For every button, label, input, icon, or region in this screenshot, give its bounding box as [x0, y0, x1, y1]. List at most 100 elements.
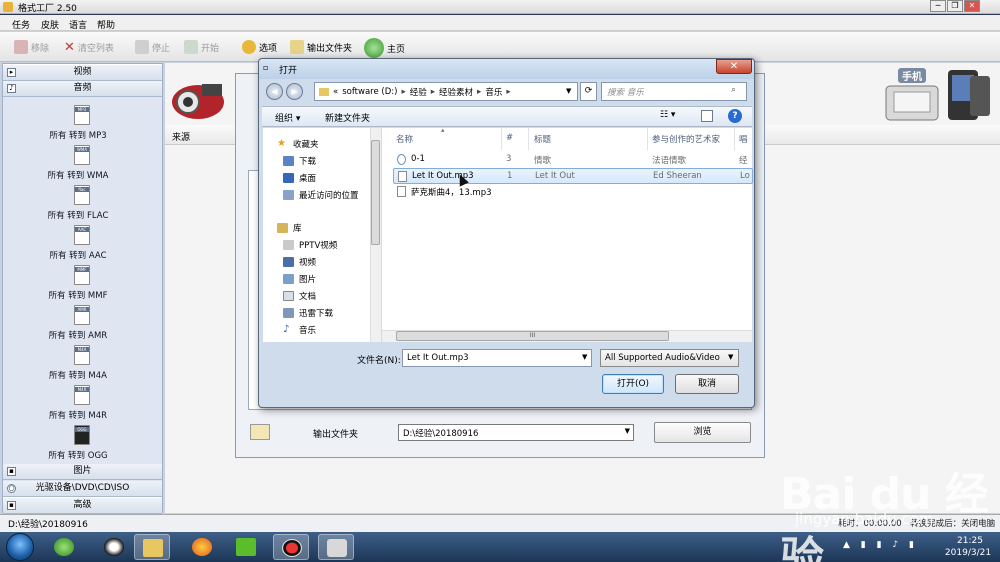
category-audio[interactable]: ♪ 音频 [3, 81, 162, 97]
nav-documents[interactable]: 文档 [283, 290, 316, 302]
menu-skin[interactable]: 皮肤 [41, 18, 59, 31]
taskbar-app-firefox[interactable] [184, 534, 220, 560]
play-icon [236, 538, 256, 556]
menu-language[interactable]: 语言 [69, 18, 87, 31]
breadcrumb-music[interactable]: 音乐 [485, 86, 502, 98]
taskbar-app-iqiyi[interactable] [228, 534, 264, 560]
column-title[interactable]: 标题 [534, 133, 551, 145]
dialog-close-button[interactable]: ✕ [716, 59, 752, 74]
options-button[interactable]: 选项 [242, 40, 277, 54]
format-wma[interactable]: WMA 所有 转到 WMA [3, 145, 153, 185]
output-folder-button[interactable]: 输出文件夹 [290, 40, 352, 54]
format-flac[interactable]: flac 所有 转到 FLAC [3, 185, 153, 225]
breadcrumb-jingyan[interactable]: 经验 [410, 86, 427, 98]
preview-pane-icon[interactable] [701, 110, 713, 122]
format-m4a[interactable]: M4A 所有 转到 M4A [3, 345, 153, 385]
output-folder-select[interactable]: D:\经验\20180916 ▼ [398, 424, 634, 441]
breadcrumb-material[interactable]: 经验素材 [439, 86, 473, 98]
taskbar-app-recorder[interactable] [273, 534, 309, 560]
chevron-down-icon[interactable]: ▼ [582, 353, 587, 361]
nav-scrollbar-thumb[interactable] [371, 140, 380, 245]
globe-icon [364, 38, 384, 58]
recent-places-icon [283, 190, 294, 200]
nav-downloads[interactable]: 下载 [283, 155, 316, 167]
menubar [0, 15, 1000, 31]
forward-button[interactable]: ▶ [286, 83, 303, 100]
nav-desktop[interactable]: 桌面 [283, 172, 316, 184]
address-bar[interactable]: « software (D:) ▸ 经验 ▸ 经验素材 ▸ 音乐 ▸ [314, 82, 578, 101]
format-aac[interactable]: AAC 所有 转到 AAC [3, 225, 153, 265]
taskbar-app-explorer[interactable] [134, 534, 170, 560]
file-row[interactable]: 0-1 3 情歌 法语情歌 经 [393, 152, 753, 168]
nav-recent[interactable]: 最近访问的位置 [283, 189, 359, 201]
search-input[interactable]: 搜索 音乐 [601, 82, 747, 101]
video-category-icon: ▸ [7, 68, 16, 77]
column-track-number[interactable]: # [506, 133, 513, 143]
nav-videos[interactable]: 视频 [283, 256, 316, 268]
chevron-down-icon[interactable]: ▼ [728, 353, 733, 361]
chevron-down-icon: ▼ [624, 427, 630, 435]
open-button[interactable]: 打开(O) [602, 374, 664, 394]
document-library-icon [283, 291, 294, 301]
format-m4r[interactable]: M4R 所有 转到 M4R [3, 385, 153, 425]
column-divider[interactable] [647, 128, 648, 150]
format-ogg[interactable]: OGG 所有 转到 OGG [3, 425, 153, 465]
column-divider[interactable] [734, 128, 735, 150]
remove-button[interactable]: 移除 [14, 40, 49, 54]
aac-file-icon: AAC [74, 225, 90, 245]
back-button[interactable]: ◀ [266, 83, 283, 100]
watermark-url: jingyan.baidu.com [795, 510, 934, 528]
format-factory-icon [327, 539, 347, 557]
format-mp3[interactable]: MP3 所有 转到 MP3 [3, 105, 153, 145]
refresh-button[interactable]: ⟳ [580, 82, 597, 101]
format-amr[interactable]: AMR 所有 转到 AMR [3, 305, 153, 345]
category-video[interactable]: ▸ 视频 [3, 65, 162, 81]
video-camera-icon [168, 72, 228, 122]
nav-music[interactable]: ♪ 音乐 [283, 324, 316, 337]
column-name[interactable]: 名称 [396, 133, 413, 145]
category-advanced[interactable]: ▪ 高级 [3, 498, 162, 514]
nav-pictures[interactable]: 图片 [283, 273, 316, 285]
advanced-category-icon: ▪ [7, 501, 16, 510]
format-mmf[interactable]: MMF 所有 转到 MMF [3, 265, 153, 305]
clear-list-button[interactable]: ✕ 清空列表 [64, 40, 114, 55]
home-button[interactable]: 主页 [364, 38, 405, 58]
nav-libraries[interactable]: 库 [277, 222, 302, 234]
taskbar-app-qq[interactable] [96, 534, 132, 560]
column-artist[interactable]: 参与创作的艺术家 [652, 133, 720, 145]
column-divider[interactable] [501, 128, 502, 150]
menu-task[interactable]: 任务 [12, 18, 30, 31]
view-options-icon[interactable]: ☷ ▾ [660, 110, 686, 123]
organize-button[interactable]: 组织 ▾ [275, 111, 300, 124]
taskbar-app-360[interactable] [46, 534, 82, 560]
address-dropdown-icon[interactable]: ▼ [566, 87, 571, 95]
column-album[interactable]: 唱 [739, 133, 748, 145]
firefox-icon [192, 538, 212, 556]
file-row-selected[interactable]: Let It Out.mp3 1 Let It Out Ed Sheeran L… [393, 168, 753, 184]
source-column-label: 来源 [172, 133, 191, 143]
maximize-button[interactable]: ❐ [947, 0, 963, 12]
browse-button[interactable]: 浏览 [654, 422, 751, 443]
category-rom-device[interactable]: ○ 光驱设备\DVD\CD\ISO [3, 481, 162, 497]
menu-help[interactable]: 帮助 [97, 18, 115, 31]
horizontal-scrollbar-thumb[interactable]: III [396, 331, 669, 341]
column-divider[interactable] [528, 128, 529, 150]
nav-favorites[interactable]: ★ 收藏夹 [277, 138, 319, 151]
cancel-button[interactable]: 取消 [675, 374, 739, 394]
audio-category-icon: ♪ [7, 84, 16, 93]
app-close-button[interactable]: ✕ [964, 0, 980, 12]
taskbar-app-format-factory[interactable] [318, 534, 354, 560]
file-row[interactable]: 萨克斯曲4，13.mp3 [393, 184, 753, 200]
new-folder-button[interactable]: 新建文件夹 [325, 111, 370, 124]
nav-pptv[interactable]: PPTV视频 [283, 239, 337, 251]
nav-thunder-downloads[interactable]: 迅雷下载 [283, 307, 333, 319]
start-button[interactable]: 开始 [184, 40, 219, 54]
start-button[interactable] [6, 533, 34, 561]
file-type-select[interactable]: All Supported Audio&Video [600, 349, 739, 367]
category-picture[interactable]: ▪ 图片 [3, 464, 162, 480]
help-icon[interactable]: ? [728, 109, 742, 123]
minimize-button[interactable]: ─ [930, 0, 946, 12]
stop-button[interactable]: 停止 [135, 40, 170, 54]
breadcrumb-drive[interactable]: software (D:) [342, 87, 397, 97]
filename-input[interactable]: Let It Out.mp3 [402, 349, 592, 367]
